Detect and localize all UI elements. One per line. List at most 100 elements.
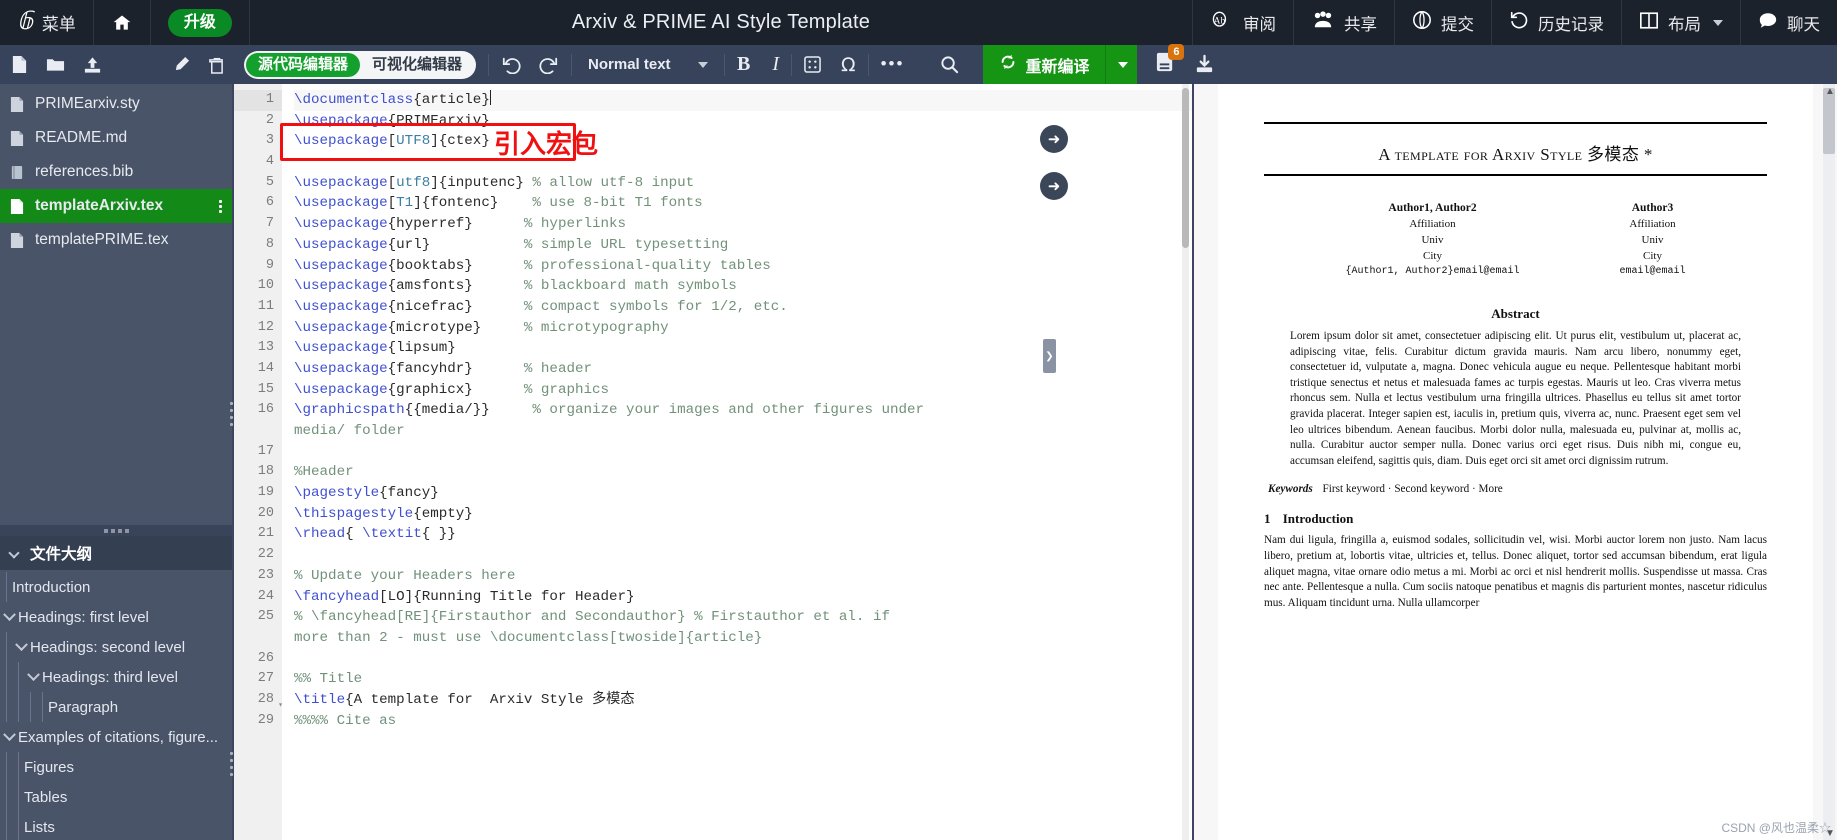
code-line[interactable] <box>294 545 1192 566</box>
sidebar-editor-splitter[interactable] <box>228 394 235 434</box>
delete-trash-icon[interactable] <box>208 56 224 74</box>
code-line[interactable]: \usepackage{booktabs} % professional-qua… <box>294 256 1192 277</box>
menu-button[interactable]: 𝟞 菜单 <box>0 0 94 45</box>
insert-symbol-button[interactable]: Ω <box>841 54 856 76</box>
line-number: 8 <box>234 235 282 256</box>
code-line[interactable] <box>294 152 1192 173</box>
code-line[interactable]: \usepackage{amsfonts} % blackboard math … <box>294 276 1192 297</box>
upload-icon[interactable] <box>83 56 102 74</box>
code-line[interactable]: %%%% Cite as <box>294 711 1192 732</box>
sidebar-resize-handle[interactable] <box>0 525 232 536</box>
review-button[interactable]: Ab 审阅 <box>1192 0 1293 45</box>
undo-icon[interactable] <box>501 56 521 74</box>
outline-item-introduction[interactable]: Introduction <box>0 572 232 602</box>
bib-file-icon <box>10 164 26 181</box>
outline-item-figures[interactable]: Figures <box>0 752 232 782</box>
expand-pane-tab[interactable]: ❯ <box>1043 339 1056 373</box>
outline-item-headings-second-level[interactable]: Headings: second level <box>0 632 232 662</box>
layout-button[interactable]: 布局 <box>1621 0 1740 45</box>
file-item-readme-md[interactable]: README.md <box>0 121 232 155</box>
pdf-scrollbar-track[interactable] <box>1823 84 1835 840</box>
code-line[interactable]: \title{A template for Arxiv Style 多模态 <box>294 690 1192 711</box>
file-item-primearxiv-sty[interactable]: PRIMEarxiv.sty <box>0 87 232 121</box>
submit-label: 提交 <box>1441 11 1474 35</box>
line-number: 25 <box>234 607 282 628</box>
code-line[interactable]: \fancyhead[LO]{Running Title for Header} <box>294 587 1192 608</box>
code-line[interactable]: \documentclass{article} <box>294 90 1192 111</box>
history-button[interactable]: 历史记录 <box>1491 0 1621 45</box>
code-line[interactable]: \pagestyle{fancy} <box>294 483 1192 504</box>
code-line[interactable]: \usepackage{lipsum} <box>294 338 1192 359</box>
recompile-options-button[interactable] <box>1105 45 1137 84</box>
new-folder-icon[interactable] <box>46 56 65 73</box>
tab-visual-editor[interactable]: 可视化编辑器 <box>360 53 474 77</box>
code-line[interactable]: \usepackage{hyperref} % hyperlinks <box>294 214 1192 235</box>
upgrade-button[interactable]: 升级 <box>151 0 250 45</box>
code-line[interactable]: \usepackage{microtype} % microtypography <box>294 318 1192 339</box>
pdf-preview-pane[interactable]: A template for Arxiv Style 多模态 * Author1… <box>1192 84 1837 840</box>
chevron-down-icon[interactable] <box>0 733 18 742</box>
new-file-icon[interactable] <box>11 55 28 74</box>
code-line[interactable]: % Update your Headers here <box>294 566 1192 587</box>
line-number: 6 <box>234 193 282 214</box>
outline-item-paragraph[interactable]: Paragraph <box>0 692 232 722</box>
outline-item-tables[interactable]: Tables <box>0 782 232 812</box>
line-number: 18 <box>234 462 282 483</box>
outline-item-headings-first-level[interactable]: Headings: first level <box>0 602 232 632</box>
code-line[interactable]: \usepackage{graphicx} % graphics <box>294 380 1192 401</box>
insert-table-icon[interactable] <box>804 56 821 73</box>
chat-button[interactable]: 聊天 <box>1740 0 1837 45</box>
sidebar-editor-splitter-2[interactable] <box>228 744 235 784</box>
collapse-pdf-left-button[interactable]: ➜ <box>1040 172 1068 200</box>
outline-item-lists[interactable]: Lists <box>0 812 232 840</box>
outline-label: Headings: first level <box>18 609 149 626</box>
code-line[interactable] <box>294 442 1192 463</box>
code-line[interactable]: \rhead{ \textit{ }} <box>294 524 1192 545</box>
code-line[interactable]: %% Title <box>294 669 1192 690</box>
code-line[interactable]: media/ folder <box>294 421 1192 442</box>
editor-scrollbar-thumb[interactable] <box>1182 88 1189 248</box>
file-menu-kebab-icon[interactable] <box>219 198 222 215</box>
code-line[interactable]: more than 2 - must use \documentclass[tw… <box>294 628 1192 649</box>
file-item-references-bib[interactable]: references.bib <box>0 155 232 189</box>
code-line[interactable]: %Header <box>294 462 1192 483</box>
chevron-down-icon[interactable] <box>12 643 30 652</box>
file-item-templatearxiv-tex[interactable]: templateArxiv.tex <box>0 189 232 223</box>
italic-button[interactable]: I <box>772 53 779 76</box>
chevron-down-icon[interactable] <box>24 673 42 682</box>
file-item-templateprime-tex[interactable]: templatePRIME.tex <box>0 223 232 257</box>
code-line[interactable]: \usepackage{url} % simple URL typesettin… <box>294 235 1192 256</box>
line-number: 24 <box>234 587 282 608</box>
search-icon[interactable] <box>940 55 959 74</box>
share-button[interactable]: 共享 <box>1293 0 1394 45</box>
author-city: City <box>1345 248 1519 264</box>
code-line[interactable] <box>294 649 1192 670</box>
bold-button[interactable]: B <box>737 53 750 76</box>
submit-button[interactable]: 提交 <box>1394 0 1491 45</box>
log-error-badge: 6 <box>1168 44 1184 60</box>
collapse-editor-right-button[interactable]: ➜ <box>1040 125 1068 153</box>
rename-pencil-icon[interactable] <box>173 56 190 73</box>
pdf-scroll-up-icon[interactable]: ▲ <box>1823 84 1837 98</box>
file-name: templatePRIME.tex <box>35 231 169 249</box>
home-button[interactable] <box>94 0 151 45</box>
latex-editor-app: 𝟞 菜单 升级 Arxiv & PRIME AI Style Template … <box>0 0 1837 840</box>
code-line[interactable]: \usepackage{nicefrac} % compact symbols … <box>294 297 1192 318</box>
tree-guide <box>0 752 12 782</box>
chevron-down-icon[interactable] <box>0 613 18 622</box>
tab-source-editor[interactable]: 源代码编辑器 <box>246 53 360 77</box>
editor-mode-toggle: 源代码编辑器 可视化编辑器 <box>244 51 476 79</box>
recompile-button[interactable]: 重新编译 <box>983 45 1105 84</box>
compile-log-button[interactable]: 6 <box>1155 51 1176 78</box>
code-line[interactable]: \graphicspath{{media/}} % organize your … <box>294 400 1192 421</box>
redo-icon[interactable] <box>539 56 559 74</box>
outline-item-headings-third-level[interactable]: Headings: third level <box>0 662 232 692</box>
outline-header[interactable]: 文件大纲 <box>0 536 232 570</box>
code-line[interactable]: \thispagestyle{empty} <box>294 504 1192 525</box>
code-line[interactable]: % \fancyhead[RE]{Firstauthor and Seconda… <box>294 607 1192 628</box>
more-options-button[interactable]: ••• <box>881 61 905 68</box>
paragraph-style-select[interactable]: Normal text <box>584 56 712 73</box>
download-icon[interactable] <box>1194 54 1215 75</box>
outline-item-examples-of-citations[interactable]: Examples of citations, figure... <box>0 722 232 752</box>
code-line[interactable]: \usepackage{fancyhdr} % header <box>294 359 1192 380</box>
